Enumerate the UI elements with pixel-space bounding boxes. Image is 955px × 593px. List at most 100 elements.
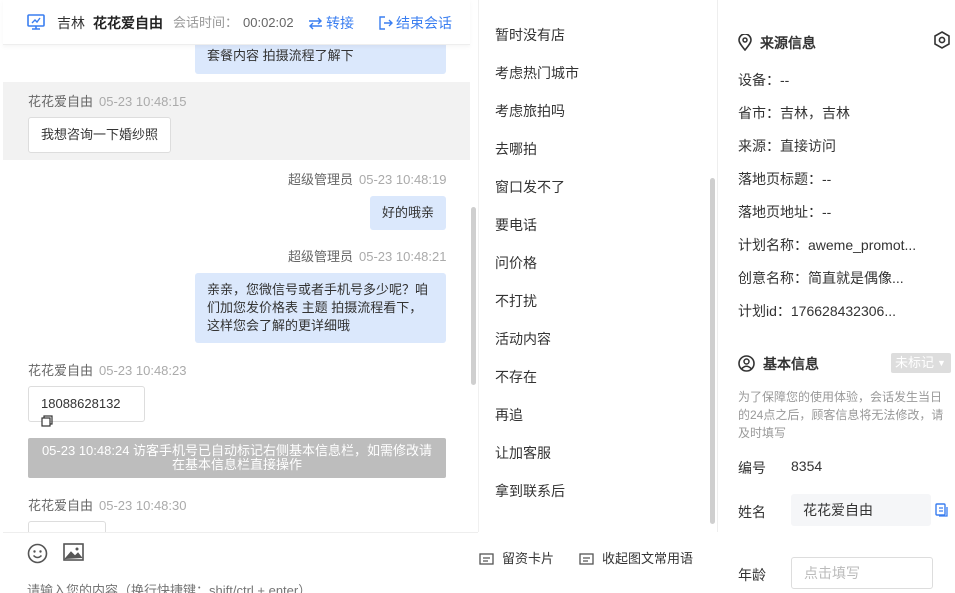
message-list[interactable]: 套餐内容 拍摄流程了解下 花花爱自由 05-23 10:48:15 我想咨询一下婚… [3, 45, 470, 532]
source-info-title-text: 来源信息 [760, 35, 816, 51]
message-text: 好的哦亲 [382, 205, 435, 220]
quick-reply-item[interactable]: 去哪拍 [495, 141, 537, 157]
message-bubble: 好的哦亲 [370, 196, 446, 230]
creative-name: 创意名称：简直就是偶像... [738, 270, 904, 286]
chat-scrollbar[interactable] [471, 207, 476, 385]
message-sender: 超级管理员 [288, 172, 354, 187]
message-time: 05-23 10:48:21 [359, 249, 447, 264]
session-time: 00:02:02 [243, 15, 294, 30]
mark-tag-label: 未标记 [895, 355, 935, 370]
message-meta: 花花爱自由 05-23 10:48:15 [28, 94, 186, 110]
system-notice: 05-23 10:48:24 访客手机号已自动标记右侧基本信息栏，如需修改请 在… [28, 438, 446, 478]
message-time: 05-23 10:48:19 [359, 172, 447, 187]
chat-header: 吉林 花花爱自由 会话时间： 00:02:02 转接 结束会话 [3, 0, 470, 45]
quick-reply-item[interactable]: 考虑旅拍吗 [495, 103, 565, 119]
lead-card-button[interactable]: 留资卡片 [479, 548, 554, 567]
name-label: 姓名 [738, 504, 766, 520]
message-text: 套餐内容 拍摄流程了解下 [207, 48, 354, 63]
quick-reply-item[interactable]: 让加客服 [495, 445, 551, 461]
composer: 留资卡片 收起图文常用语 [3, 532, 693, 593]
quick-reply-item[interactable]: 再追 [495, 407, 523, 423]
message-input[interactable] [27, 583, 467, 593]
age-label: 年龄 [738, 567, 766, 583]
card-icon [479, 553, 494, 565]
copy-icon[interactable] [935, 503, 948, 517]
message-text: 我想咨询一下婚纱照 [41, 127, 159, 142]
visitor-city: 吉林 [57, 15, 85, 31]
message-bubble: 套餐内容 拍摄流程了解下 [195, 45, 446, 74]
message-meta: 花花爱自由 05-23 10:48:23 [28, 363, 186, 379]
quick-reply-item[interactable]: 考虑热门城市 [495, 65, 579, 81]
settings-icon[interactable] [933, 31, 951, 49]
mark-tag-dropdown[interactable]: 未标记 ▼ [891, 353, 951, 373]
exit-icon [379, 16, 393, 30]
quick-reply-item[interactable]: 不存在 [495, 369, 537, 385]
message-time: 05-23 10:48:15 [99, 94, 187, 109]
end-session-button[interactable]: 结束会话 [379, 15, 452, 31]
basic-info-title-text: 基本信息 [763, 356, 819, 372]
message-sender: 超级管理员 [288, 249, 354, 264]
quick-reply-item[interactable]: 要电话 [495, 217, 537, 233]
source-channel: 来源：直接访问 [738, 138, 836, 154]
visitor-name: 花花爱自由 [93, 15, 163, 31]
transfer-icon [309, 17, 322, 30]
transfer-button[interactable]: 转接 [308, 15, 354, 31]
session-time-label: 会话时间： [173, 15, 239, 30]
age-input[interactable] [791, 557, 933, 589]
message-bubble: 我想咨询一下婚纱照 [28, 117, 171, 153]
chat-panel: 吉林 花花爱自由 会话时间： 00:02:02 转接 结束会话 套餐内容 拍摄流… [0, 0, 693, 593]
emoji-icon[interactable] [27, 543, 48, 564]
chat-workspace: 吉林 花花爱自由 会话时间： 00:02:02 转接 结束会话 套餐内容 拍摄流… [0, 0, 955, 593]
message-sender: 花花爱自由 [28, 498, 94, 513]
location-icon [738, 33, 752, 52]
quick-replies-panel: 暂时没有店考虑热门城市 考虑旅拍吗去哪拍窗口发不了要电话问价格不打扰活动内容不存在… [478, 0, 718, 532]
lead-card-label: 留资卡片 [502, 551, 555, 566]
landing-page-title: 落地页标题：-- [738, 171, 832, 187]
message-time: 05-23 10:48:23 [99, 363, 187, 378]
landing-page-url: 落地页地址：-- [738, 204, 832, 220]
quick-reply-item[interactable]: 不打扰 [495, 293, 537, 309]
message-bubble: 亲亲，您微信号或者手机号多少呢？咱 们加您发价格表 主题 拍摄流程看下， 这样您… [195, 273, 446, 343]
user-circle-icon [738, 355, 755, 372]
message-time: 05-23 10:48:30 [99, 498, 187, 513]
message-bubble: 18088628132 [28, 386, 145, 427]
copy-icon[interactable] [41, 415, 53, 427]
customer-info-panel: 来源信息 设备：-- 省市：吉林，吉林 来源：直接访问 落地页标题：-- 落地页… [718, 0, 955, 593]
basic-info-title: 基本信息 [738, 355, 819, 372]
system-notice-line: 05-23 10:48:24 访客手机号已自动标记右侧基本信息栏，如需修改请 [41, 443, 433, 458]
caret-down-icon: ▼ [937, 358, 946, 368]
number-value: 8354 [791, 458, 823, 474]
message-meta: 超级管理员 05-23 10:48:21 [288, 249, 446, 265]
message-text-line: 这样您会了解的更详细哦 [207, 318, 351, 333]
image-icon[interactable] [63, 543, 84, 562]
plan-name: 计划名称：aweme_promot... [738, 237, 917, 253]
quick-reply-item[interactable]: 拿到联系后 [495, 483, 565, 499]
phrases-icon [579, 553, 594, 565]
quick-reply-item[interactable]: 活动内容 [495, 331, 551, 347]
monitor-icon [27, 14, 45, 30]
message-text-line: 们加您发价格表 主题 拍摄流程看下， [207, 300, 423, 315]
quick-reply-item[interactable]: 问价格 [495, 255, 537, 271]
message-meta: 超级管理员 05-23 10:48:19 [288, 172, 446, 188]
message-bubble [28, 521, 106, 532]
name-field[interactable]: 花花爱自由 [791, 494, 931, 526]
quick-reply-item[interactable]: 窗口发不了 [495, 179, 565, 195]
source-province-city: 省市：吉林，吉林 [738, 105, 850, 121]
message-meta: 花花爱自由 05-23 10:48:30 [28, 498, 186, 514]
message-text: 18088628132 [41, 396, 121, 411]
collapse-phrases-button[interactable]: 收起图文常用语 [579, 548, 693, 567]
number-label: 编号 [738, 460, 766, 476]
message-sender: 花花爱自由 [28, 94, 94, 109]
plan-id: 计划id：176628432306... [738, 303, 896, 319]
system-notice-line: 在基本信息栏直接操作 [171, 457, 302, 472]
collapse-phrases-label: 收起图文常用语 [602, 551, 694, 566]
quick-reply-item[interactable]: 暂时没有店 [495, 27, 565, 43]
source-device: 设备：-- [738, 72, 790, 88]
transfer-label: 转接 [326, 15, 354, 31]
message-sender: 花花爱自由 [28, 363, 94, 378]
info-edit-notice: 为了保障您的使用体验，会话发生当日的24点之后，顾客信息将无法修改，请及时填写 [738, 390, 944, 440]
quick-replies-scrollbar[interactable] [710, 178, 715, 524]
message-text-line: 亲亲，您微信号或者手机号多少呢？咱 [207, 282, 429, 297]
end-session-label: 结束会话 [396, 15, 452, 31]
source-info-title: 来源信息 [738, 33, 816, 52]
